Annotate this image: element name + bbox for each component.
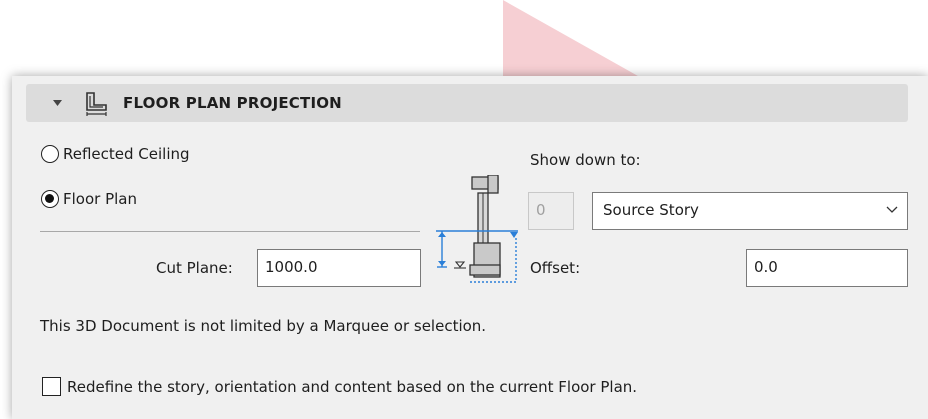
redefine-checkbox[interactable] — [42, 377, 61, 396]
cut-plane-label: Cut Plane: — [156, 259, 233, 277]
triangle-down-icon[interactable] — [52, 99, 63, 107]
offset-label: Offset: — [530, 259, 581, 277]
cut-plane-input[interactable]: 1000.0 — [257, 249, 421, 287]
floor-plan-radio[interactable] — [41, 190, 59, 208]
redefine-label[interactable]: Redefine the story, orientation and cont… — [67, 378, 637, 396]
offset-input[interactable]: 0.0 — [746, 249, 908, 287]
divider-line — [40, 231, 420, 232]
floor-plan-projection-icon — [86, 92, 107, 116]
show-down-to-label: Show down to: — [530, 151, 641, 169]
elevation-diagram-icon — [436, 175, 518, 283]
info-text: This 3D Document is not limited by a Mar… — [40, 317, 487, 335]
story-select-value: Source Story — [603, 201, 699, 219]
chevron-down-icon[interactable] — [886, 206, 898, 214]
section-title: FLOOR PLAN PROJECTION — [123, 94, 342, 112]
background-triangle-decoration — [503, 0, 645, 80]
story-number-input: 0 — [528, 192, 574, 230]
reflected-ceiling-label[interactable]: Reflected Ceiling — [63, 145, 190, 163]
reflected-ceiling-radio[interactable] — [41, 145, 59, 163]
story-select[interactable]: Source Story — [592, 192, 908, 230]
floor-plan-label[interactable]: Floor Plan — [63, 190, 137, 208]
